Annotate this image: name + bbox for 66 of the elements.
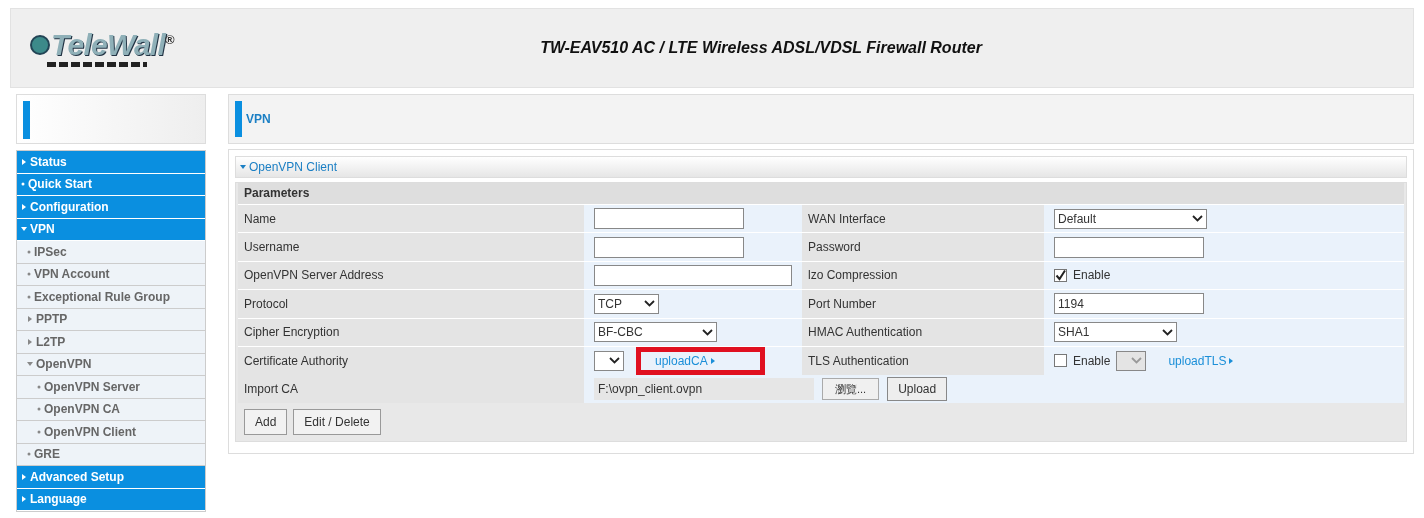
dropdown[interactable]: Default — [1054, 208, 1207, 229]
field-label: TLS Authentication — [802, 346, 1044, 375]
upload-button[interactable]: Upload — [887, 377, 948, 402]
chevron-down-icon — [1162, 328, 1173, 336]
chevron-down-icon — [1131, 357, 1143, 365]
field-label: Port Number — [802, 290, 1044, 318]
browse-button[interactable]: 瀏覽... — [822, 378, 880, 401]
menu-item[interactable]: Language — [17, 488, 205, 511]
checkbox[interactable] — [1054, 268, 1067, 282]
dropdown[interactable]: SHA1 — [1054, 322, 1177, 343]
menu-item[interactable]: Status — [17, 151, 205, 174]
page-title: VPN — [246, 111, 271, 128]
dropdown[interactable] — [594, 350, 624, 371]
menu-item[interactable]: IPSec — [17, 241, 205, 264]
router-title: TW-EAV510 AC / LTE Wireless ADSL/VDSL Firewall Router — [539, 38, 984, 58]
text-input[interactable] — [1054, 236, 1204, 258]
dropdown[interactable]: BF-CBC — [594, 322, 717, 343]
text-input[interactable] — [594, 264, 792, 286]
accent-bar — [23, 101, 30, 139]
checkbox-label: Enable — [1073, 267, 1111, 285]
menu-item[interactable]: VPN — [17, 218, 205, 241]
menu-item[interactable]: GRE — [17, 443, 205, 466]
field-label: lzo Compression — [802, 261, 1044, 290]
field-label: WAN Interface — [802, 205, 1044, 233]
field-label: Password — [802, 233, 1044, 261]
menu-item[interactable]: OpenVPN CA — [17, 398, 205, 421]
file-path-field[interactable]: F:\ovpn_client.ovpn — [594, 378, 814, 401]
caret-down-icon — [240, 164, 246, 170]
field-label: OpenVPN Server Address — [238, 261, 584, 290]
caret-right-icon — [1228, 357, 1235, 364]
form-button[interactable]: Add — [244, 408, 288, 435]
field-label: Name — [238, 205, 584, 233]
checkbox[interactable] — [1054, 354, 1067, 368]
menu-item[interactable]: OpenVPN Server — [17, 376, 205, 399]
caret-right-icon — [709, 357, 716, 364]
field-label: HMAC Authentication — [802, 318, 1044, 346]
field-label: Cipher Encryption — [238, 318, 584, 346]
field-label: Import CA — [238, 375, 584, 403]
logo: TeleWall® — [29, 29, 175, 67]
chevron-down-icon — [1192, 215, 1203, 223]
field-label: Protocol — [238, 290, 584, 318]
upload-link[interactable]: uploadTLS — [1168, 351, 1235, 370]
field-label: Username — [238, 233, 584, 261]
chevron-down-icon — [609, 357, 620, 365]
field-label: Certificate Authority — [238, 346, 584, 375]
menu-item[interactable]: Advanced Setup — [17, 466, 205, 489]
text-input[interactable]: 1194 — [1054, 293, 1204, 315]
menu-item[interactable]: Configuration — [17, 196, 205, 219]
menu-item[interactable]: OpenVPN — [17, 353, 205, 376]
accent-bar — [235, 101, 242, 137]
upload-link[interactable]: uploadCA — [655, 351, 716, 370]
dropdown[interactable]: TCP — [594, 293, 659, 314]
menu-item[interactable]: Exceptional Rule Group — [17, 286, 205, 309]
form-button[interactable]: Edit / Delete — [293, 408, 381, 435]
chevron-down-icon — [644, 300, 655, 308]
text-input[interactable] — [594, 208, 744, 230]
menu-item[interactable]: VPN Account — [17, 263, 205, 286]
chevron-down-icon — [702, 328, 713, 336]
menu-item[interactable]: OpenVPN Client — [17, 421, 205, 444]
menu-item[interactable]: PPTP — [17, 308, 205, 331]
menu-item[interactable]: Quick Start — [17, 173, 205, 196]
checkbox-label: Enable — [1073, 352, 1111, 370]
section-subtitle: Parameters — [238, 183, 1404, 204]
section-header[interactable]: OpenVPN Client — [235, 156, 1407, 178]
menu-item[interactable]: L2TP — [17, 331, 205, 354]
text-input[interactable] — [594, 236, 744, 258]
